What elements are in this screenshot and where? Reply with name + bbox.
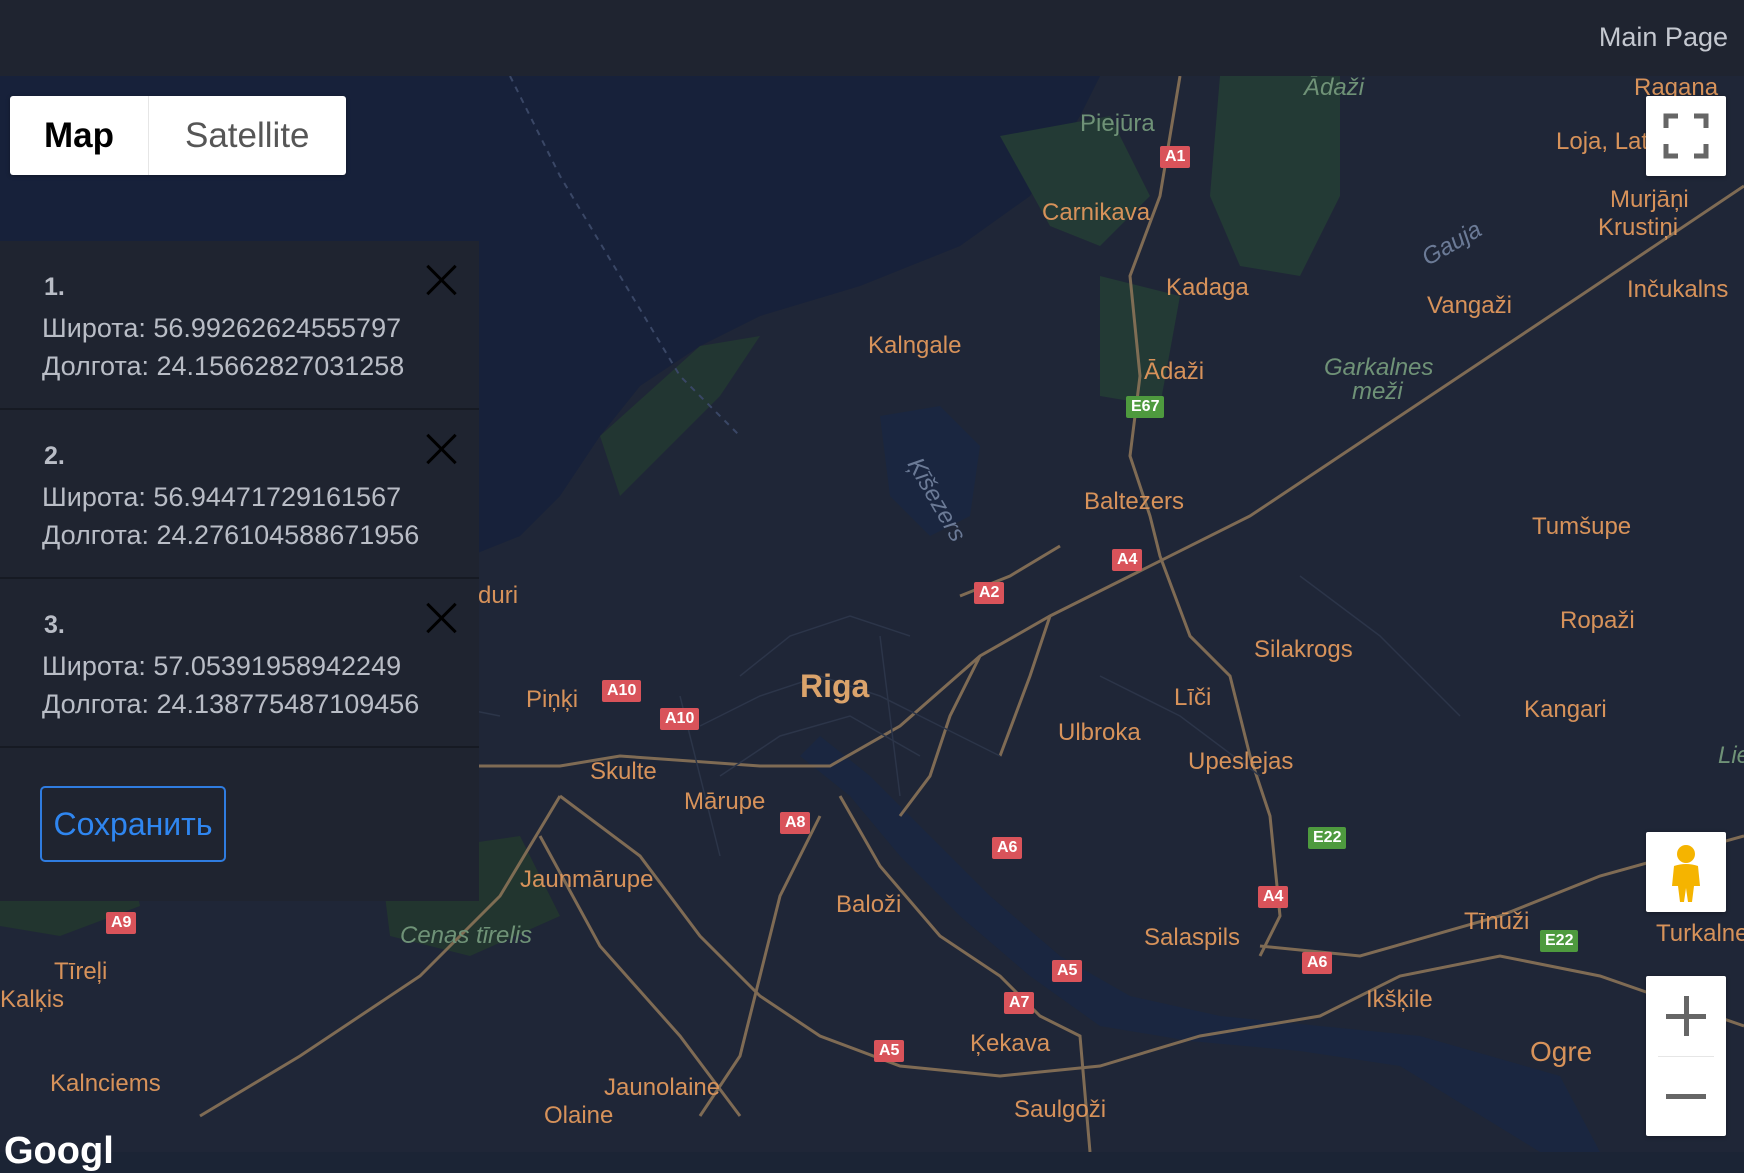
place-label: Ķekava [970,1030,1051,1057]
point-latitude: Широта: 57.05391958942249 [42,651,402,681]
road-shield: A8 [780,812,811,834]
place-label: Baltezers [1084,488,1185,515]
place-label: Ropaži [1560,607,1635,634]
place-label: Ādaži [1304,76,1365,101]
road-shield: E22 [1308,827,1347,849]
place-label: Tīnūži [1464,908,1530,935]
road-shield: E22 [1540,930,1579,952]
top-navbar: Main Page [0,0,1744,76]
main-page-link[interactable]: Main Page [1599,22,1728,53]
place-label: Jaunmārupe [520,866,654,893]
pegman-icon [1672,845,1700,902]
remove-point-close-icon[interactable] [424,601,458,635]
map-type-map-button[interactable]: Map [10,96,149,175]
point-item-1: 1. Широта: 56.99262624555797 Долгота: 24… [0,241,479,410]
point-longitude: Долгота: 24.138775487109456 [42,689,420,719]
place-label: Silakrogs [1254,636,1353,663]
place-label: Baloži [836,891,902,918]
place-label: Ulbroka [1058,719,1141,746]
place-label: Kalngale [868,332,962,359]
remove-point-close-icon[interactable] [424,263,458,297]
point-number: 2. [44,442,65,470]
road-shield: A5 [874,1040,905,1062]
road-shield: A9 [106,912,137,934]
road-shield: A10 [660,708,700,730]
zoom-control [1646,976,1726,1136]
road-shield: A10 [602,680,642,702]
place-label: Ādaži [1144,358,1205,385]
road-shield: A7 [1004,992,1035,1014]
place-label: Kalķis [0,986,65,1013]
place-label: Salaspils [1144,924,1241,951]
point-longitude: Долгота: 24.276104588671956 [42,520,420,550]
place-label: Skulte [590,758,657,785]
point-item-3: 3. Широта: 57.05391958942249 Долгота: 24… [0,579,479,748]
road-shield: A4 [1112,549,1143,571]
place-label: Lielie [1718,742,1744,769]
place-label: Kangari [1524,696,1607,723]
fullscreen-button[interactable] [1646,96,1726,176]
map-type-control: Map Satellite [10,96,346,175]
road-shield: A6 [992,837,1023,859]
place-label: duri [478,582,519,609]
place-label: Murjāņi [1610,186,1689,213]
place-label: Carnikava [1042,199,1151,226]
place-label: Upeslejas [1188,748,1294,775]
place-label: Cenas tīrelis [400,922,533,949]
road-shield: A6 [1302,952,1333,974]
point-latitude: Широта: 56.94471729161567 [42,482,402,512]
remove-point-close-icon[interactable] [424,432,458,466]
place-label: Saulgoži [1014,1096,1107,1123]
map-type-satellite-button[interactable]: Satellite [149,96,346,175]
road-shield: A2 [974,582,1005,604]
zoom-in-button[interactable] [1646,976,1726,1056]
save-button[interactable]: Сохранить [40,786,226,862]
place-label: Krustiņi [1598,214,1679,241]
place-label: Tumšupe [1532,513,1632,540]
place-label: Turkalne [1656,920,1744,947]
road-shield: A4 [1258,886,1289,908]
place-label: Loja, Lat [1556,128,1649,155]
point-number: 3. [44,611,65,639]
zoom-out-button[interactable] [1646,1056,1726,1136]
place-label: Olaine [544,1102,614,1129]
road-shield: A5 [1052,960,1083,982]
road-shield: A1 [1160,146,1191,168]
place-label: Līči [1174,684,1212,711]
place-label: Mārupe [684,788,766,815]
place-label: Ogre [1530,1036,1593,1067]
place-label: Ikšķile [1366,986,1433,1013]
place-label: Piejūra [1080,110,1155,137]
place-label: meži [1352,378,1403,405]
point-item-2: 2. Широта: 56.94471729161567 Долгота: 24… [0,410,479,579]
place-label: Riga [800,668,870,704]
point-longitude: Долгота: 24.15662827031258 [42,351,405,381]
fullscreen-icon [1663,113,1709,159]
point-latitude: Широта: 56.99262624555797 [42,313,402,343]
place-label: Vangaži [1427,292,1512,319]
place-label: Inčukalns [1627,276,1729,303]
place-label: Piņķi [526,686,579,713]
place-label: Tīreļi [54,958,108,985]
street-view-pegman-button[interactable] [1646,832,1726,912]
place-label: Jaunolaine [604,1074,721,1101]
points-panel: 1. Широта: 56.99262624555797 Долгота: 24… [0,241,479,901]
point-number: 1. [44,273,65,301]
road-shield: E67 [1126,396,1165,418]
place-label: Kalnciems [50,1070,161,1097]
place-label: Kadaga [1166,274,1249,301]
